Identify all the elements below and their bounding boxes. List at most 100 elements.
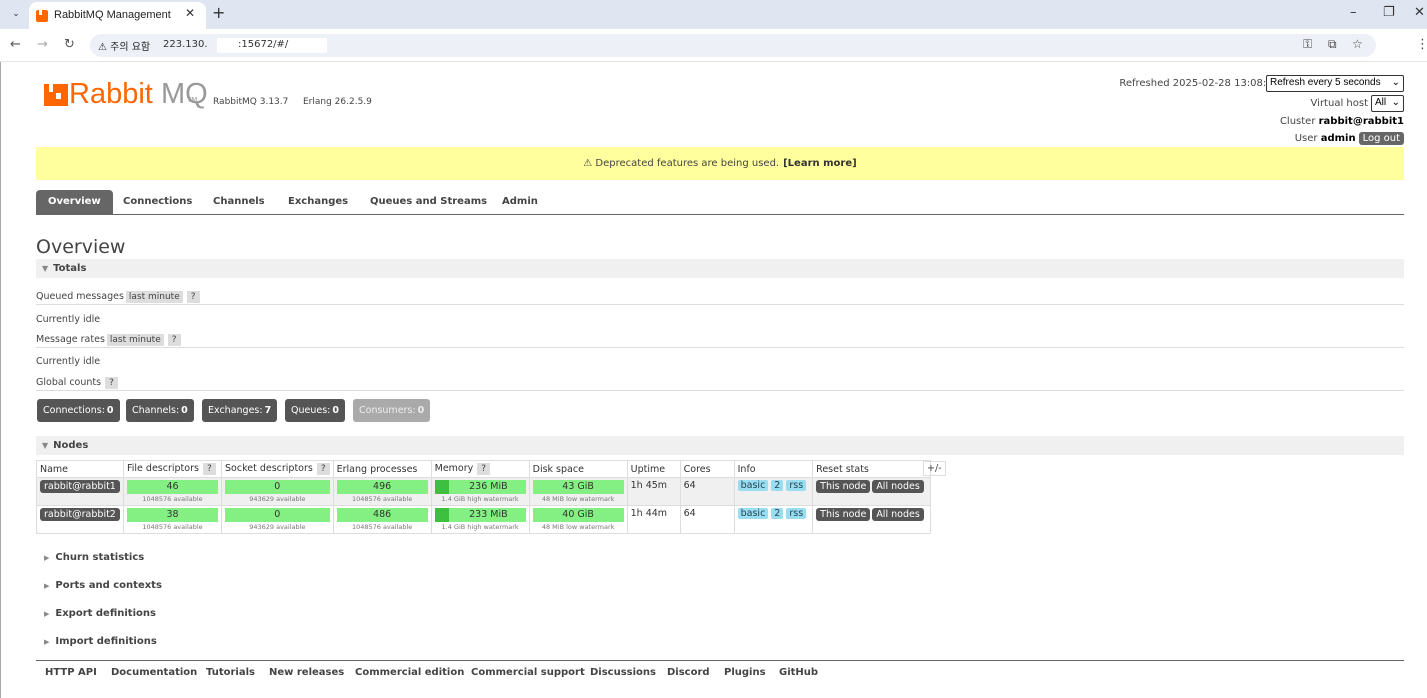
omnibox[interactable]: ⚠ 주의 요함 223.130. :15672/#/ ⚿ ⧉ ☆ xyxy=(90,34,1376,57)
refresh-interval-select[interactable]: Refresh every 5 seconds ⌄ xyxy=(1266,75,1404,92)
help-button[interactable]: ? xyxy=(202,463,216,475)
memory-cell: 233 MiB 1.4 GiB high watermark xyxy=(430,505,530,534)
global-counts-row: Global counts? xyxy=(36,377,118,389)
column-toggle-button[interactable]: +/- xyxy=(923,461,946,476)
browser-tab[interactable]: RabbitMQ Management ✕ xyxy=(29,2,206,29)
proc-cell: 496 1048576 available xyxy=(332,477,432,506)
tab-search-icon[interactable]: ⌄ xyxy=(7,6,25,22)
col-uptime: Uptime xyxy=(626,460,681,478)
node-link[interactable]: rabbit@rabbit1 xyxy=(40,480,120,493)
footer-link-commercial-support[interactable]: Commercial support xyxy=(471,667,585,678)
footer-link-commercial-edition[interactable]: Commercial edition xyxy=(355,667,464,678)
memory-fill xyxy=(434,480,450,494)
url-port: :15672/#/ xyxy=(238,39,289,50)
back-icon[interactable]: ← xyxy=(10,37,21,52)
memory-watermark: 1.4 GiB high watermark xyxy=(441,523,519,531)
virtual-host-select[interactable]: All ⌄ xyxy=(1371,95,1404,112)
close-tab-icon[interactable]: ✕ xyxy=(185,6,195,20)
socket-cell: 0 943629 available xyxy=(221,505,334,534)
consumers-count-button[interactable]: Consumers: 0 xyxy=(353,399,431,422)
channels-count-button[interactable]: Channels: 0 xyxy=(126,399,194,422)
help-button[interactable]: ? xyxy=(105,377,118,389)
tab-admin[interactable]: Admin xyxy=(490,190,550,214)
tab-queues-and-streams[interactable]: Queues and Streams xyxy=(358,190,499,214)
translate-icon[interactable]: ⧉ xyxy=(1328,37,1337,52)
footer-link-discord[interactable]: Discord xyxy=(667,667,710,678)
tab-overview[interactable]: Overview xyxy=(36,190,113,214)
section-title: Import definitions xyxy=(55,636,157,647)
nodes-section-header[interactable]: ▼ Nodes xyxy=(36,436,1404,455)
collapsed-triangle-icon: ▶ xyxy=(44,610,50,618)
footer-link-documentation[interactable]: Documentation xyxy=(111,667,197,678)
minimize-icon[interactable]: – xyxy=(1350,5,1357,20)
cluster-label: Cluster xyxy=(1279,116,1316,127)
socket-bar: 0 xyxy=(225,508,330,522)
rabbitmq-logo-icon xyxy=(44,82,68,106)
message-rates-row: Message rates last minute? xyxy=(36,334,181,346)
help-button[interactable]: ? xyxy=(316,463,330,475)
learn-more-link[interactable]: [Learn more] xyxy=(783,158,857,169)
rates-range-select[interactable]: last minute xyxy=(106,334,164,346)
col-reset-stats: Reset stats xyxy=(812,460,932,478)
reset-this-node-button[interactable]: This node xyxy=(816,480,871,493)
disk-bar: 43 GiB xyxy=(532,480,624,494)
count-label: Exchanges: xyxy=(208,405,263,416)
table-row: rabbit@rabbit2 38 1048576 available 0 9436… xyxy=(36,505,932,534)
queued-status: Currently idle xyxy=(36,314,101,325)
reset-this-node-button[interactable]: This node xyxy=(816,508,871,521)
forward-icon[interactable]: → xyxy=(37,37,48,52)
tab-channels[interactable]: Channels xyxy=(201,190,277,214)
exchanges-count-button[interactable]: Exchanges: 7 xyxy=(202,399,278,422)
connections-count-button[interactable]: Connections: 0 xyxy=(37,399,120,422)
footer-link-github[interactable]: GitHub xyxy=(779,667,818,678)
restore-icon[interactable]: ❐ xyxy=(1383,5,1395,20)
reset-all-nodes-button[interactable]: All nodes xyxy=(872,508,924,521)
disk-cell: 40 GiB 48 MiB low watermark xyxy=(528,505,628,534)
ports-and-contexts-section[interactable]: ▶ Ports and contexts xyxy=(44,580,162,591)
info-cell: basic 2 rss xyxy=(733,477,814,506)
security-warning[interactable]: ⚠ 주의 요함 xyxy=(98,38,150,53)
divider xyxy=(36,304,1404,305)
node-name-cell: rabbit@rabbit2 xyxy=(36,505,124,534)
browser-menu-icon[interactable]: ⋮ xyxy=(1416,37,1427,52)
logo-text-mq: MQ xyxy=(161,78,208,110)
totals-section-header[interactable]: ▼ Totals xyxy=(36,259,1404,278)
node-link[interactable]: rabbit@rabbit2 xyxy=(40,508,120,521)
socket-available: 943629 available xyxy=(249,495,306,503)
queued-range-select[interactable]: last minute xyxy=(125,291,183,303)
help-button[interactable]: ? xyxy=(186,291,200,303)
footer-link-discussions[interactable]: Discussions xyxy=(590,667,656,678)
collapsed-triangle-icon: ▶ xyxy=(44,582,50,590)
page-left-border xyxy=(0,62,1,698)
help-button[interactable]: ? xyxy=(477,463,491,475)
footer-link-plugins[interactable]: Plugins xyxy=(724,667,766,678)
queues-count-button[interactable]: Queues: 0 xyxy=(285,399,345,422)
new-tab-icon[interactable]: + xyxy=(212,3,225,22)
reset-all-nodes-button[interactable]: All nodes xyxy=(872,480,924,493)
memory-value: 236 MiB xyxy=(469,481,508,492)
bookmark-star-icon[interactable]: ☆ xyxy=(1352,37,1363,51)
footer-link-new-releases[interactable]: New releases xyxy=(269,667,344,678)
refresh-interval-value: Refresh every 5 seconds xyxy=(1270,77,1381,88)
reload-icon[interactable]: ↻ xyxy=(64,37,75,52)
footer-link-http-api[interactable]: HTTP API xyxy=(45,667,97,678)
password-key-icon[interactable]: ⚿ xyxy=(1303,37,1312,52)
help-button[interactable]: ? xyxy=(167,334,181,346)
rabbitmq-version: RabbitMQ 3.13.7 xyxy=(213,97,289,107)
chevron-down-icon: ⌄ xyxy=(1391,97,1400,108)
logout-button[interactable]: Log out xyxy=(1358,132,1404,145)
churn-statistics-section[interactable]: ▶ Churn statistics xyxy=(44,552,144,563)
tab-exchanges[interactable]: Exchanges xyxy=(276,190,360,214)
export-definitions-section[interactable]: ▶ Export definitions xyxy=(44,608,156,619)
uptime-cell: 1h 45m xyxy=(626,477,681,506)
col-memory: Memory? xyxy=(430,460,530,478)
tab-connections[interactable]: Connections xyxy=(111,190,204,214)
import-definitions-section[interactable]: ▶ Import definitions xyxy=(44,636,157,647)
col-name: Name xyxy=(36,460,124,478)
reset-stats-cell: This node All nodes xyxy=(812,505,932,534)
rates-status: Currently idle xyxy=(36,356,101,367)
footer-link-tutorials[interactable]: Tutorials xyxy=(206,667,255,678)
fd-bar: 38 xyxy=(127,508,218,522)
close-window-icon[interactable]: ✕ xyxy=(1414,5,1425,20)
col-file-descriptors: File descriptors? xyxy=(123,460,222,478)
